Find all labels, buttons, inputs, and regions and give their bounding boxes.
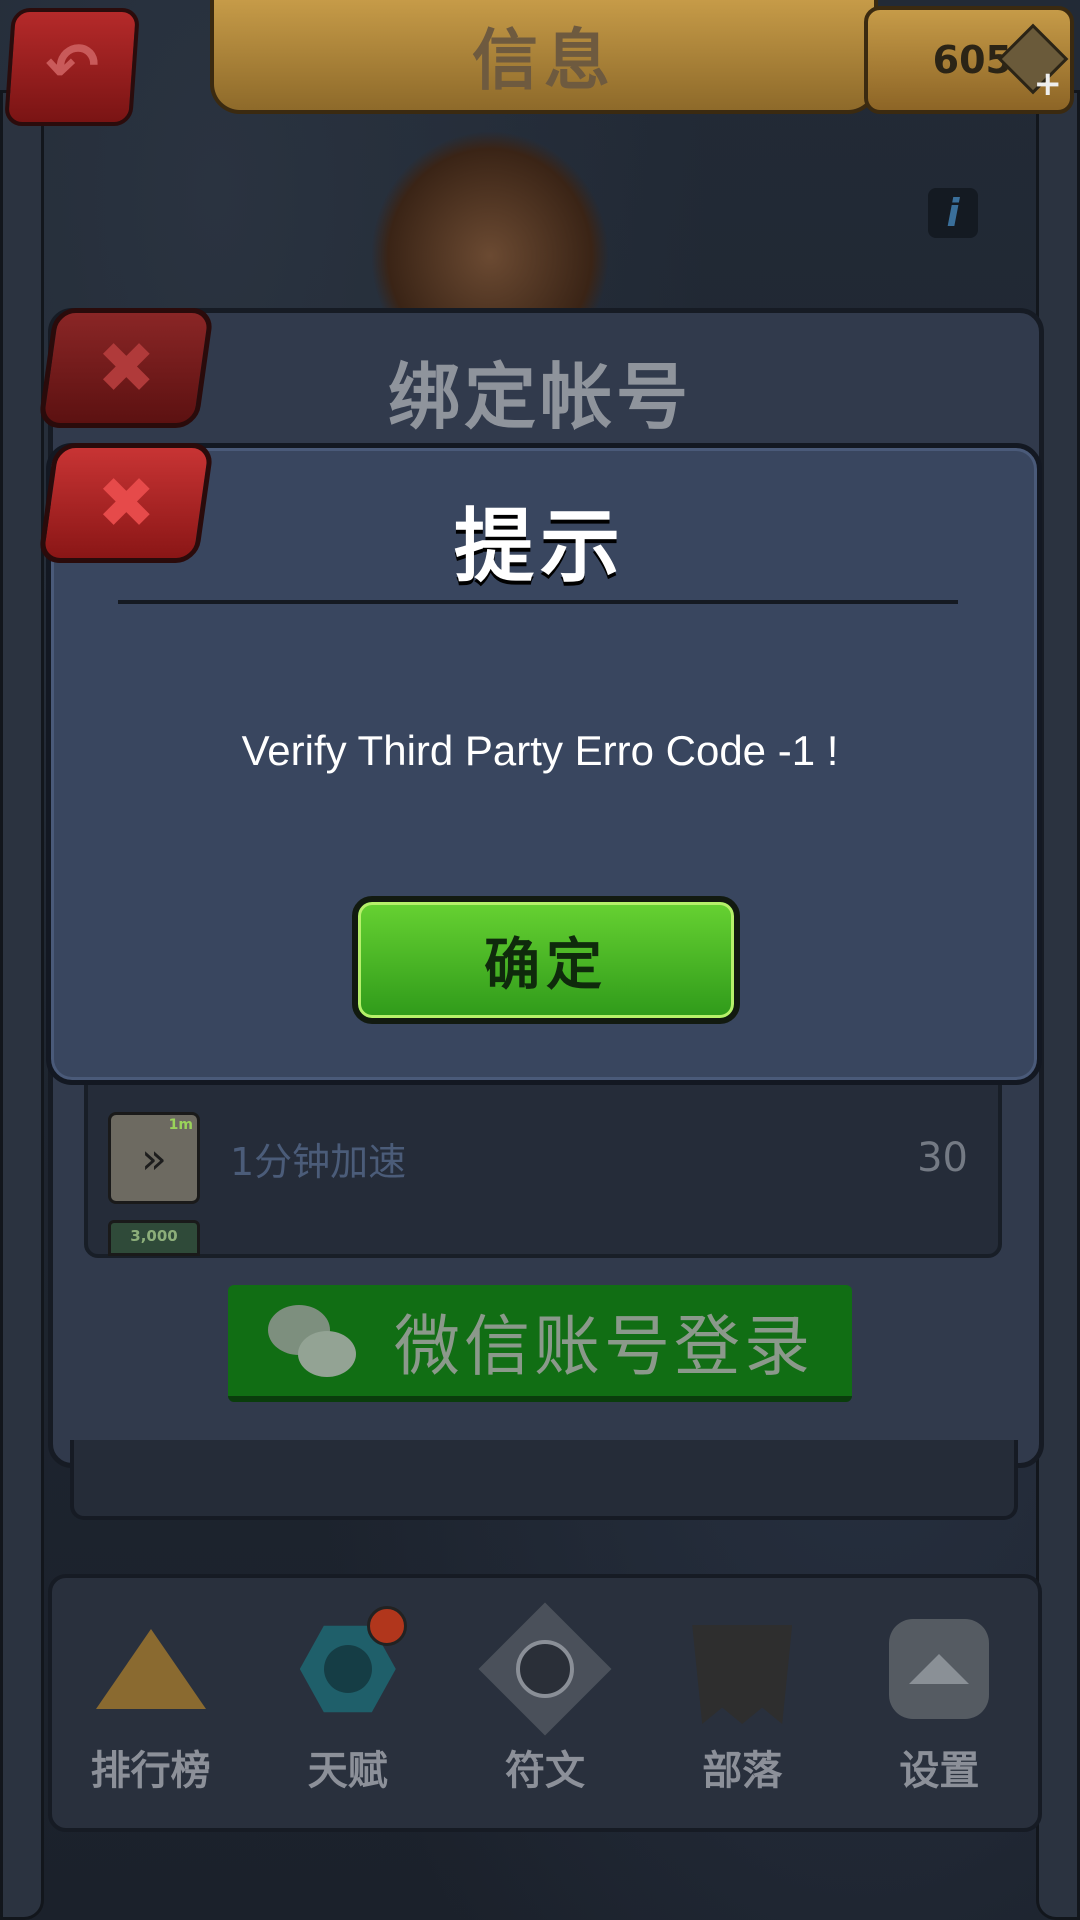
rune-icon: [478, 1602, 612, 1736]
item-name: 1分钟加速: [230, 1139, 407, 1184]
item-list: » 1m 1分钟加速 30 3,000: [84, 1060, 1002, 1258]
nav-label: 排行榜: [90, 1748, 211, 1794]
nav-label: 天赋: [307, 1748, 388, 1794]
item-tag: 1m: [168, 1117, 193, 1133]
nav-label: 部落: [702, 1748, 783, 1794]
wechat-icon: [268, 1304, 358, 1377]
confirm-label: 确定: [484, 932, 608, 998]
item-value: 30: [917, 1135, 968, 1181]
wechat-login-button[interactable]: 微信账号登录: [228, 1285, 852, 1402]
nav-item-rune[interactable]: 符文: [446, 1578, 643, 1828]
close-icon: ✖: [96, 327, 156, 409]
nav-item-tribe[interactable]: 部落: [644, 1578, 841, 1828]
notification-badge: [367, 1606, 408, 1646]
gem-counter[interactable]: 605 +: [864, 6, 1074, 114]
wechat-login-label: 微信账号登录: [394, 1307, 814, 1385]
edit-strip: [70, 1440, 1018, 1520]
list-item[interactable]: 3,000: [108, 1220, 978, 1256]
speedup-icon: » 1m: [108, 1112, 200, 1204]
nav-label: 符文: [505, 1748, 585, 1794]
confirm-button[interactable]: 确定: [352, 896, 740, 1024]
list-item[interactable]: » 1m 1分钟加速 30: [108, 1112, 978, 1204]
plus-icon: +: [1033, 64, 1063, 104]
bottom-nav: 排行榜 天赋 符文 部落 设置: [48, 1574, 1042, 1832]
page-title: 信息: [472, 22, 616, 99]
crown-icon: [95, 1629, 206, 1709]
title-banner: 信息: [210, 0, 878, 114]
nav-item-leaderboard[interactable]: 排行榜: [52, 1578, 249, 1828]
nav-label: 设置: [899, 1748, 980, 1794]
tribe-flag-icon: [692, 1625, 793, 1724]
nav-item-settings[interactable]: 设置: [841, 1578, 1038, 1828]
bind-panel-close-button[interactable]: ✖: [37, 308, 215, 428]
hero-portrait: [370, 130, 610, 310]
nav-item-talent[interactable]: 天赋: [249, 1578, 446, 1828]
dialog-message: Verify Third Party Erro Code -1 !: [241, 727, 839, 774]
info-icon[interactable]: i: [928, 188, 978, 238]
back-arrow-icon: ↶: [42, 30, 102, 104]
divider: [118, 600, 958, 604]
dialog-title: 提示: [454, 500, 626, 593]
gear-icon: [889, 1619, 990, 1719]
item-tag: 3,000: [108, 1220, 200, 1256]
back-button[interactable]: ↶: [3, 8, 141, 126]
